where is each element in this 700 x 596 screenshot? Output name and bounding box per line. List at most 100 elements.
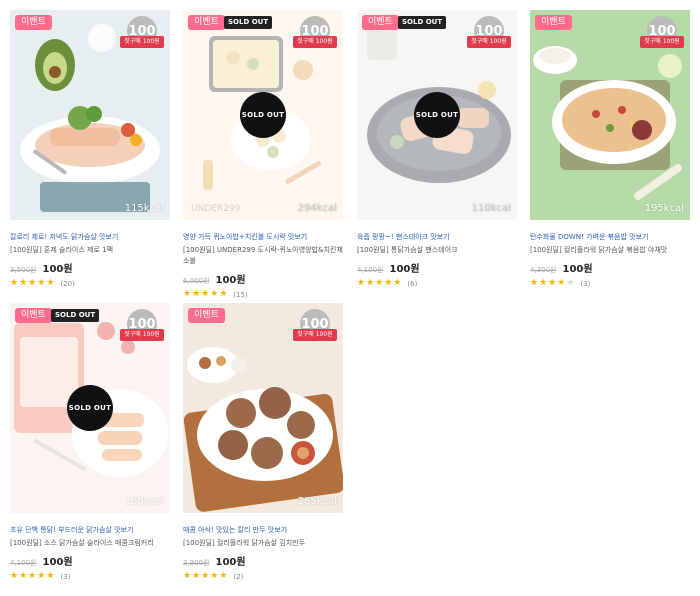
kcal-label: 294kcal — [297, 203, 337, 214]
sale-price: 100원 — [215, 275, 246, 286]
product-name[interactable]: [100원딜] 컬리플라워 닭가슴살 김치만두 — [183, 538, 343, 549]
first-purchase-stamp: 100 첫구매 100원 — [120, 16, 164, 56]
star-icon: ★ — [201, 571, 210, 581]
event-badge: 이벤트 — [15, 15, 52, 30]
review-count: (15) — [233, 290, 248, 299]
kcal-label: 115kcal — [124, 203, 164, 214]
star-icon: ★ — [201, 289, 210, 299]
kcal-label: 160kcal — [124, 496, 164, 507]
rating: ★ ★ ★ ★ ★ (15) — [183, 290, 343, 299]
star-icon: ★ — [46, 571, 55, 581]
star-icon: ★ — [28, 278, 37, 288]
price-row: 3,900원 100원 — [183, 553, 343, 568]
product-image[interactable]: 이벤트 SOLD OUT 100 첫구매 100원 SOLD OUT 110kc… — [357, 10, 517, 220]
star-icon: ★ — [393, 278, 402, 288]
kcal-label: 265kcal — [297, 496, 337, 507]
product-image[interactable]: 이벤트 SOLD OUT 100 첫구매 100원 SOLD OUT 160kc… — [10, 303, 170, 513]
under-label: UNDER299 — [191, 204, 241, 214]
review-count: (3) — [580, 279, 591, 288]
star-icon: ★ — [192, 571, 201, 581]
event-badge: 이벤트 — [188, 308, 225, 323]
product-title[interactable]: 칼로리 제로! 저녁도 닭가슴살 맛보기 — [10, 232, 170, 242]
price-row: 4,300원 100원 — [530, 260, 690, 275]
stamp-ribbon: 첫구매 100원 — [120, 329, 164, 341]
product-name[interactable]: [100원딜] 컬리플라워 닭가슴살 볶음밥 야채맛 — [530, 245, 690, 256]
star-icon: ★ — [384, 278, 393, 288]
sold-out-tag: SOLD OUT — [51, 309, 100, 322]
star-icon: ★ — [10, 278, 19, 288]
original-price: 3,900원 — [183, 559, 210, 567]
review-count: (20) — [60, 279, 75, 288]
star-icon: ★ — [375, 278, 384, 288]
review-count: (2) — [233, 572, 244, 581]
product-image[interactable]: 이벤트 100 첫구매 100원 115kcal — [10, 10, 170, 220]
price-row: 4,100원 100원 — [357, 260, 517, 275]
event-badge: 이벤트 — [15, 308, 52, 323]
star-icon: ★ — [566, 278, 575, 288]
event-badge: 이벤트 — [188, 15, 225, 30]
first-purchase-stamp: 100 첫구매 100원 — [120, 309, 164, 349]
original-price: 4,300원 — [530, 266, 557, 274]
product-card[interactable]: 이벤트 SOLD OUT 100 첫구매 100원 SOLD OUT 110kc… — [357, 10, 517, 288]
star-icon: ★ — [28, 571, 37, 581]
price-row: 3,500원 100원 — [10, 260, 170, 275]
product-image[interactable]: 이벤트 SOLD OUT 100 첫구매 100원 SOLD OUT UNDER… — [183, 10, 343, 220]
stamp-ribbon: 첫구매 100원 — [120, 36, 164, 48]
star-icon: ★ — [10, 571, 19, 581]
star-icon: ★ — [557, 278, 566, 288]
star-icon: ★ — [548, 278, 557, 288]
product-image[interactable]: 이벤트 100 첫구매 100원 195kcal — [530, 10, 690, 220]
star-icon: ★ — [539, 278, 548, 288]
product-card[interactable]: 이벤트 100 첫구매 100원 265kcal 매콤 아삭! 맛있는 칼리 만… — [183, 303, 343, 581]
original-price: 6,000원 — [183, 277, 210, 285]
product-card[interactable]: 이벤트 100 첫구매 100원 195kcal 탄수화물 DOWN! 가벼운 … — [530, 10, 690, 288]
star-icon: ★ — [530, 278, 539, 288]
star-icon: ★ — [210, 571, 219, 581]
star-icon: ★ — [46, 278, 55, 288]
star-icon: ★ — [357, 278, 366, 288]
product-title[interactable]: 초유 단백 통닭! 부드러운 닭가슴살 맛보기 — [10, 525, 170, 535]
rating: ★ ★ ★ ★ ★ (6) — [357, 279, 517, 288]
rating: ★ ★ ★ ★ ★ (3) — [10, 572, 170, 581]
sale-price: 100원 — [389, 264, 420, 275]
star-icon: ★ — [366, 278, 375, 288]
product-card[interactable]: 이벤트 SOLD OUT 100 첫구매 100원 SOLD OUT 160kc… — [10, 303, 170, 581]
star-icon: ★ — [37, 571, 46, 581]
review-count: (3) — [60, 572, 71, 581]
product-card[interactable]: 이벤트 SOLD OUT 100 첫구매 100원 SOLD OUT UNDER… — [183, 10, 343, 299]
sold-out-overlay: SOLD OUT — [414, 92, 460, 138]
first-purchase-stamp: 100 첫구매 100원 — [293, 309, 337, 349]
first-purchase-stamp: 100 첫구매 100원 — [293, 16, 337, 56]
product-title[interactable]: 육즙 팡팡~! 팬스테이크 맛보기 — [357, 232, 517, 242]
rating: ★ ★ ★ ★ ★ (2) — [183, 572, 343, 581]
product-name[interactable]: [100원딜] 소스 닭가슴살 슬라이스 매콤크림커리 — [10, 538, 170, 549]
product-title[interactable]: 영양 가득 퀴노아밥+치킨볼 도시락 맛보기 — [183, 232, 343, 242]
star-icon: ★ — [19, 278, 28, 288]
star-icon: ★ — [192, 289, 201, 299]
rating: ★ ★ ★ ★ ★ (3) — [530, 279, 690, 288]
rating: ★ ★ ★ ★ ★ (20) — [10, 279, 170, 288]
star-icon: ★ — [219, 289, 228, 299]
star-icon: ★ — [37, 278, 46, 288]
stamp-ribbon: 첫구매 100원 — [293, 36, 337, 48]
sold-out-tag: SOLD OUT — [224, 16, 273, 29]
event-badge: 이벤트 — [535, 15, 572, 30]
price-row: 6,000원 100원 — [183, 271, 343, 286]
star-icon: ★ — [219, 571, 228, 581]
original-price: 4,100원 — [10, 559, 37, 567]
sold-out-overlay: SOLD OUT — [67, 385, 113, 431]
stamp-ribbon: 첫구매 100원 — [293, 329, 337, 341]
sold-out-overlay: SOLD OUT — [240, 92, 286, 138]
product-name[interactable]: [100원딜] 통닭가슴살 팬스테이크 — [357, 245, 517, 256]
event-badge: 이벤트 — [362, 15, 399, 30]
product-name[interactable]: [100원딜] 훈제 슬라이스 제로 1팩 — [10, 245, 170, 256]
sold-out-tag: SOLD OUT — [398, 16, 447, 29]
product-image[interactable]: 이벤트 100 첫구매 100원 265kcal — [183, 303, 343, 513]
product-title[interactable]: 탄수화물 DOWN! 가벼운 볶음밥 맛보기 — [530, 232, 690, 242]
product-card[interactable]: 이벤트 100 첫구매 100원 115kcal 칼로리 제로! 저녁도 닭가슴… — [10, 10, 170, 288]
star-icon: ★ — [183, 289, 192, 299]
product-name[interactable]: [100원딜] UNDER299 도시락-퀴노아영양밥&치킨채소볼 — [183, 245, 343, 267]
first-purchase-stamp: 100 첫구매 100원 — [467, 16, 511, 56]
product-title[interactable]: 매콤 아삭! 맛있는 칼리 만두 맛보기 — [183, 525, 343, 535]
review-count: (6) — [407, 279, 418, 288]
